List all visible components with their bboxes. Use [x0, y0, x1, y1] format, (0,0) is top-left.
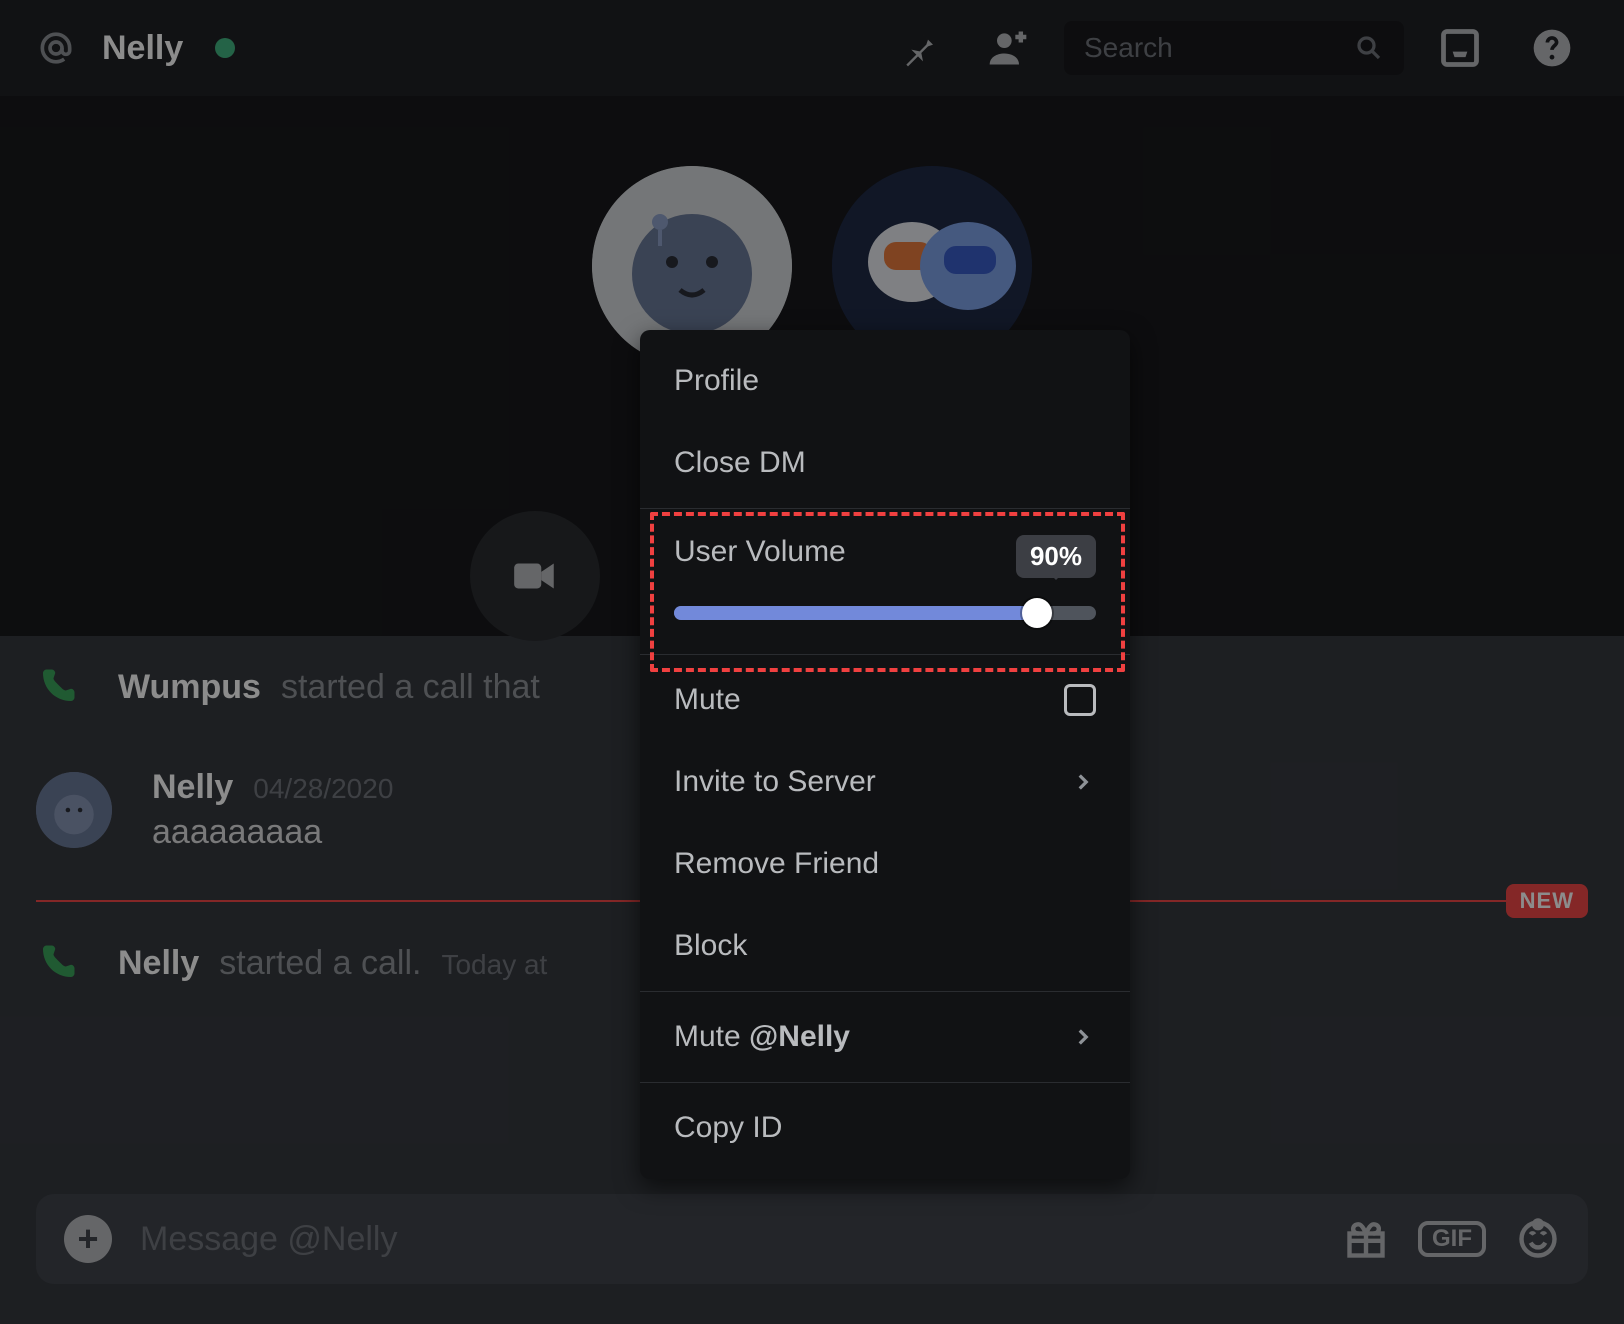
search-placeholder: Search [1084, 32, 1173, 64]
slider-thumb[interactable] [1022, 598, 1052, 628]
ctx-block[interactable]: Block [640, 905, 1130, 987]
user-context-menu: Profile Close DM User Volume 90% Mute In… [640, 330, 1130, 1179]
status-online-dot [215, 38, 235, 58]
ctx-invite-to-server[interactable]: Invite to Server [640, 741, 1130, 823]
inbox-icon[interactable] [1424, 26, 1496, 70]
ctx-profile[interactable]: Profile [640, 340, 1130, 422]
phone-icon [36, 666, 78, 708]
system-text: started a call. [219, 944, 421, 983]
emoji-icon[interactable] [1516, 1217, 1560, 1261]
help-icon[interactable] [1516, 26, 1588, 70]
search-icon [1354, 33, 1384, 63]
topbar: Nelly Search [0, 0, 1624, 96]
message-author: Nelly [118, 944, 199, 983]
ctx-remove-friend[interactable]: Remove Friend [640, 823, 1130, 905]
message-input[interactable]: Message @Nelly [140, 1220, 1316, 1259]
video-button[interactable] [470, 511, 600, 641]
ctx-user-volume: User Volume 90% [640, 513, 1130, 650]
mute-checkbox[interactable] [1064, 684, 1096, 716]
chevron-right-icon [1070, 1024, 1096, 1050]
search-input[interactable]: Search [1064, 21, 1404, 75]
avatar[interactable] [36, 772, 112, 848]
message-input-bar: + Message @Nelly GIF [36, 1194, 1588, 1284]
system-text: started a call that [281, 668, 540, 707]
volume-slider[interactable] [674, 606, 1096, 620]
attach-button[interactable]: + [64, 1215, 112, 1263]
chevron-right-icon [1070, 769, 1096, 795]
add-friend-icon[interactable] [972, 26, 1044, 70]
ctx-copy-id[interactable]: Copy ID [640, 1087, 1130, 1169]
message-author: Nelly [152, 768, 233, 807]
pin-icon[interactable] [884, 28, 952, 68]
ctx-mute-user[interactable]: Mute @Nelly [640, 996, 1130, 1078]
user-volume-label: User Volume [674, 535, 846, 569]
ctx-mute[interactable]: Mute [640, 659, 1130, 741]
message-timestamp: Today at [441, 949, 547, 981]
ctx-close-dm[interactable]: Close DM [640, 422, 1130, 504]
gif-button[interactable]: GIF [1418, 1221, 1486, 1257]
at-icon [36, 28, 76, 68]
message-content: aaaaaaaaa [152, 813, 393, 852]
phone-icon [36, 942, 78, 984]
message-author: Wumpus [118, 668, 261, 707]
gift-icon[interactable] [1344, 1217, 1388, 1261]
dm-username: Nelly [102, 29, 183, 68]
user-volume-value: 90% [1016, 535, 1096, 578]
message-timestamp: 04/28/2020 [253, 773, 393, 805]
new-badge: NEW [1506, 884, 1588, 918]
